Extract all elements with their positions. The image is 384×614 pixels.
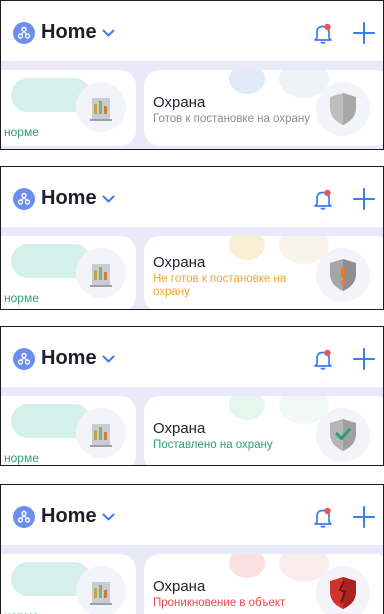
screen-panel-ready: Home норме Охрана Готов к постановке на … (0, 0, 384, 150)
chart-tower-icon (76, 408, 126, 458)
cards-strip: норме Охрана Проникновение в объект (1, 545, 383, 614)
hub-icon (13, 505, 35, 528)
screen-panel-armed: Home норме Охрана Поставлено на охрану (0, 326, 384, 466)
chart-tower-icon (76, 82, 126, 132)
security-title: Охрана (153, 94, 206, 111)
chart-tower-icon (76, 248, 126, 298)
home-label: Home (41, 347, 97, 369)
status-normal-text: норме (4, 451, 39, 465)
cards-strip: норме Охрана Поставлено на охрану (1, 387, 383, 465)
status-card-partial[interactable]: норме (1, 396, 136, 465)
status-normal-text: норме (4, 291, 39, 305)
bell-icon[interactable] (312, 22, 334, 44)
bell-icon[interactable] (312, 348, 334, 370)
cards-strip: норме Охрана Готов к постановке на охран… (1, 61, 383, 149)
home-label: Home (41, 505, 97, 527)
status-normal-text: норме (4, 125, 39, 139)
bell-icon[interactable] (312, 188, 334, 210)
status-card-partial[interactable]: норме (1, 554, 136, 614)
chevron-down-icon (102, 513, 115, 521)
security-status: Проникновение в объект (153, 597, 286, 609)
top-bar: Home (1, 327, 383, 387)
screen-panel-alarm: Home норме Охрана Проникновение в объект (0, 484, 384, 614)
decor-blob (229, 554, 265, 578)
top-bar: Home (1, 485, 383, 545)
security-status: Не готов к постановке на охрану (153, 273, 287, 298)
security-title: Охрана (153, 420, 206, 437)
screen-panel-not-ready: Home норме Охрана Не готов к постановке … (0, 166, 384, 310)
security-status: Готов к постановке на охрану (153, 113, 311, 125)
status-normal-text: норме (4, 609, 39, 614)
shield-icon (316, 248, 370, 302)
security-card[interactable]: Охрана Проникновение в объект (144, 554, 383, 614)
security-card[interactable]: Охрана Поставлено на охрану (144, 396, 383, 465)
status-card-partial[interactable]: норме (1, 70, 136, 146)
home-selector[interactable]: Home (13, 347, 115, 370)
shield-icon (316, 566, 370, 614)
security-card[interactable]: Охрана Не готов к постановке на охрану (144, 236, 383, 309)
home-selector[interactable]: Home (13, 21, 115, 44)
hub-icon (13, 347, 35, 370)
plus-icon[interactable] (352, 21, 376, 45)
security-title: Охрана (153, 578, 206, 595)
status-card-partial[interactable]: норме (1, 236, 136, 309)
decor-blob (229, 236, 265, 260)
cards-strip: норме Охрана Не готов к постановке на ох… (1, 227, 383, 309)
chevron-down-icon (102, 195, 115, 203)
shield-icon (316, 408, 370, 462)
top-bar: Home (1, 1, 383, 61)
home-selector[interactable]: Home (13, 187, 115, 210)
bell-icon[interactable] (312, 506, 334, 528)
security-status: Поставлено на охрану (153, 439, 273, 451)
hub-icon (13, 21, 35, 44)
home-label: Home (41, 187, 97, 209)
chart-tower-icon (76, 566, 126, 614)
hub-icon (13, 187, 35, 210)
security-card[interactable]: Охрана Готов к постановке на охрану (144, 70, 383, 146)
plus-icon[interactable] (352, 347, 376, 371)
chevron-down-icon (102, 355, 115, 363)
home-label: Home (41, 21, 97, 43)
shield-icon (316, 82, 370, 136)
home-selector[interactable]: Home (13, 505, 115, 528)
plus-icon[interactable] (352, 505, 376, 529)
top-bar: Home (1, 167, 383, 227)
decor-blob (229, 70, 265, 94)
decor-blob (229, 396, 265, 420)
plus-icon[interactable] (352, 187, 376, 211)
security-title: Охрана (153, 254, 206, 271)
chevron-down-icon (102, 29, 115, 37)
